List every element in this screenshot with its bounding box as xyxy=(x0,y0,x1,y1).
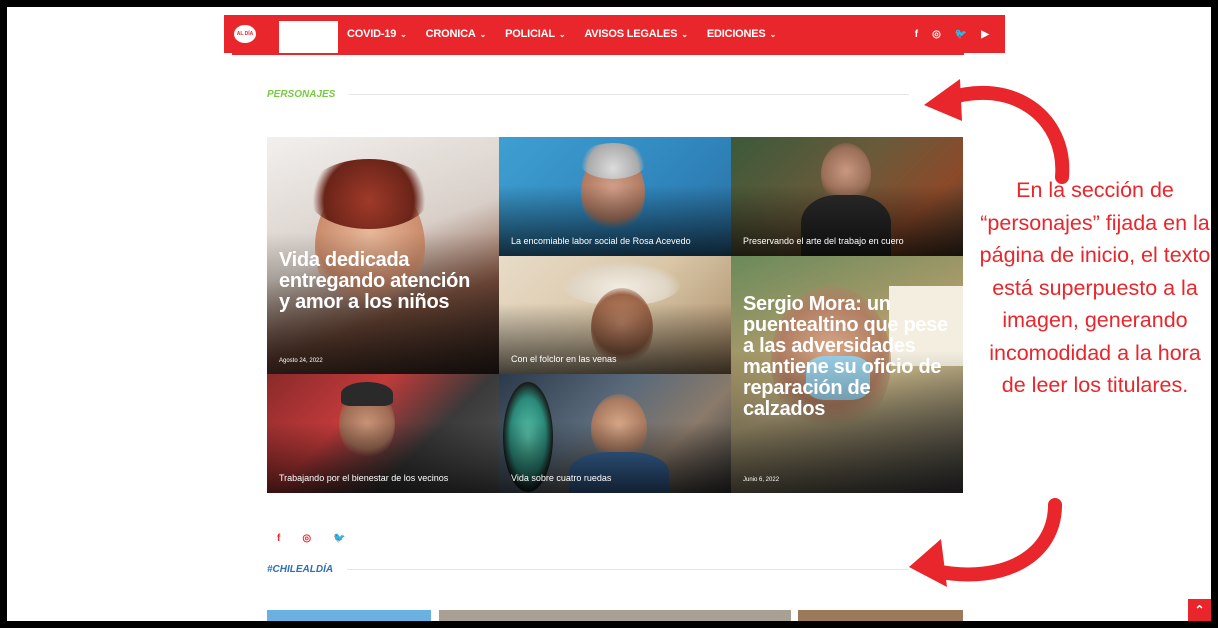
story-caption[interactable]: La encomiable labor social de Rosa Aceve… xyxy=(511,236,691,247)
logo-text: AL DÍA xyxy=(236,31,254,37)
youtube-icon[interactable]: ▶ xyxy=(981,29,989,40)
nav-white-block xyxy=(279,21,338,53)
nav-item-policial[interactable]: POLICIAL ⌄ xyxy=(505,28,565,40)
nav-item-label: CRONICA xyxy=(425,28,476,40)
story-thumbnail[interactable] xyxy=(439,610,791,621)
nav-item-avisos-legales[interactable]: AVISOS LEGALES ⌄ xyxy=(584,28,688,40)
chevron-down-icon: ⌄ xyxy=(558,30,566,39)
story-tile-folclor[interactable]: Con el folclor en las venas xyxy=(499,256,731,374)
story-tile-sergio-mora[interactable]: Sergio Mora: un puentealtino que pese a … xyxy=(731,256,963,493)
browser-viewport: AL DÍA COVID-19 ⌄ CRONICA ⌄ POLICIAL ⌄ AVIS… xyxy=(7,7,1211,621)
annotation-text: En la sección de “personajes” fijada en … xyxy=(979,178,1211,397)
story-title[interactable]: Vida dedicada entregando atención y amor… xyxy=(279,250,484,313)
chevron-up-icon: ⌃ xyxy=(1194,603,1205,617)
back-to-top-button[interactable]: ⌃ xyxy=(1188,599,1211,621)
footer-social-links: f ◎ 🐦 xyxy=(277,533,346,544)
nav-item-cronica[interactable]: CRONICA ⌄ xyxy=(425,28,487,40)
story-caption[interactable]: Con el folclor en las venas xyxy=(511,354,617,365)
top-navbar: AL DÍA COVID-19 ⌄ CRONICA ⌄ POLICIAL ⌄ AVIS… xyxy=(224,15,1005,53)
site-logo[interactable]: AL DÍA xyxy=(234,25,256,43)
nav-menu: COVID-19 ⌄ CRONICA ⌄ POLICIAL ⌄ AVISOS LEGA… xyxy=(347,15,795,53)
nav-item-label: POLICIAL xyxy=(505,28,555,40)
nav-item-ediciones[interactable]: EDICIONES ⌄ xyxy=(707,28,776,40)
chevron-down-icon: ⌄ xyxy=(769,30,777,39)
story-tile-bienestar-vecinos[interactable]: Trabajando por el bienestar de los vecin… xyxy=(267,374,499,493)
section-label[interactable]: #CHILEALDÍA xyxy=(267,564,333,575)
facebook-icon[interactable]: f xyxy=(915,29,918,40)
story-caption[interactable]: Vida sobre cuatro ruedas xyxy=(511,473,611,484)
chevron-down-icon: ⌄ xyxy=(479,30,487,39)
hair-image xyxy=(307,159,431,229)
annotation-arrow-bottom xyxy=(909,498,1062,587)
instagram-icon[interactable]: ◎ xyxy=(932,29,941,40)
story-caption[interactable]: Trabajando por el bienestar de los vecin… xyxy=(279,473,448,484)
nav-item-label: AVISOS LEGALES xyxy=(584,28,678,40)
story-thumbnail[interactable] xyxy=(267,610,431,621)
cap-image xyxy=(341,382,393,406)
nav-social-links: f ◎ 🐦 ▶ xyxy=(915,15,989,53)
chevron-down-icon: ⌄ xyxy=(400,30,407,39)
story-title[interactable]: Sergio Mora: un puentealtino que pese a … xyxy=(743,294,953,420)
twitter-icon[interactable]: 🐦 xyxy=(333,533,345,544)
facebook-icon[interactable]: f xyxy=(277,533,280,544)
story-date: Agosto 24, 2022 xyxy=(279,358,323,364)
story-tile-vida-dedicada[interactable]: Vida dedicada entregando atención y amor… xyxy=(267,137,499,374)
chevron-down-icon: ⌄ xyxy=(681,30,688,39)
section-heading-chilealdia: #CHILEALDÍA xyxy=(267,562,910,576)
section-divider xyxy=(347,568,910,570)
twitter-icon[interactable]: 🐦 xyxy=(955,29,967,40)
nav-item-label: EDICIONES xyxy=(706,28,766,40)
personajes-grid: Vida dedicada entregando atención y amor… xyxy=(267,137,963,493)
story-caption[interactable]: Preservando el arte del trabajo en cuero xyxy=(743,236,904,247)
story-date: Junio 6, 2022 xyxy=(743,477,780,483)
section-label[interactable]: PERSONAJES xyxy=(267,89,335,100)
instagram-icon[interactable]: ◎ xyxy=(302,533,311,544)
story-tile-rosa-acevedo[interactable]: La encomiable labor social de Rosa Aceve… xyxy=(499,137,731,256)
hair-image xyxy=(579,143,647,179)
section-heading-personajes: PERSONAJES xyxy=(267,87,910,101)
story-thumbnail[interactable] xyxy=(798,610,963,621)
nav-underline xyxy=(232,53,964,55)
nav-item-covid[interactable]: COVID-19 ⌄ xyxy=(347,28,407,40)
story-tile-cuatro-ruedas[interactable]: Vida sobre cuatro ruedas xyxy=(499,374,731,493)
section-divider xyxy=(349,93,910,95)
annotation-arrow-top xyxy=(924,79,1070,184)
nav-item-label: COVID-19 xyxy=(347,28,397,40)
